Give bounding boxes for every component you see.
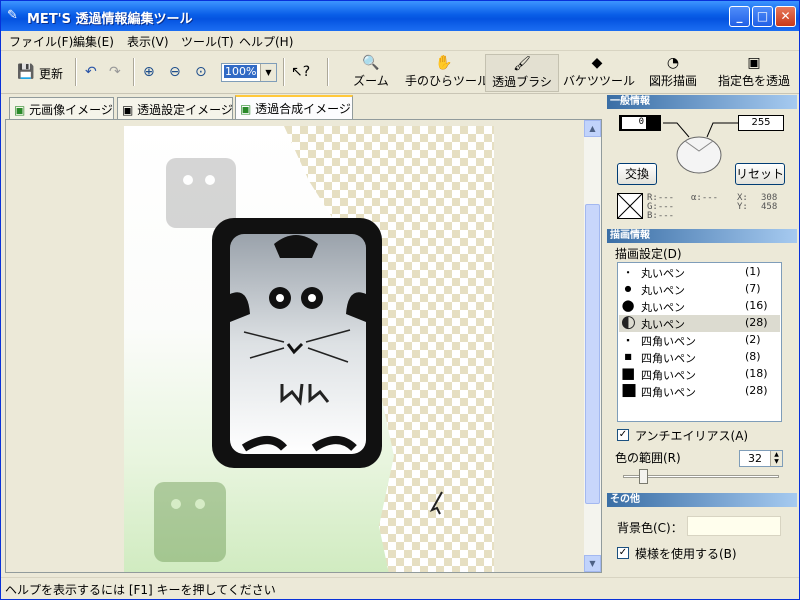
save-icon[interactable]: 💾 bbox=[17, 64, 34, 80]
round-pen-icon: ◐ bbox=[621, 312, 636, 332]
redo-icon[interactable]: ↷ bbox=[109, 64, 121, 80]
app-window: ✎ MET'S 透過情報編集ツール _ □ ✕ ファイル(F) 編集(E) 表示… bbox=[0, 0, 800, 600]
bg-color-label: 背景色(C)： bbox=[617, 521, 683, 535]
toolbar-separator bbox=[133, 58, 135, 86]
menu-tools[interactable]: ツール(T) bbox=[181, 33, 234, 50]
round-pen-icon: ● bbox=[624, 284, 632, 293]
antialias-checkbox[interactable]: ✓ bbox=[617, 429, 629, 441]
list-item[interactable]: ● 丸いペン (7) bbox=[619, 281, 780, 298]
bucket-tool-button[interactable]: ◆ バケツツール bbox=[563, 54, 635, 92]
toolbar: 💾 更新 ↶ ↷ ⊕ ⊖ ⊙ 100% ▼ ↖? 🔍 ズーム ✋ 手のひらツール 🖌… bbox=[1, 52, 799, 94]
other-header: その他 bbox=[607, 493, 797, 507]
zoom-select[interactable]: 100% ▼ bbox=[221, 63, 277, 82]
zoom-tool-button[interactable]: 🔍 ズーム bbox=[347, 54, 395, 92]
close-button[interactable]: ✕ bbox=[775, 6, 796, 27]
zoom-value: 100% bbox=[224, 65, 258, 78]
list-item[interactable]: ■ 四角いペン (8) bbox=[619, 349, 780, 366]
chevron-down-icon[interactable]: ▼ bbox=[260, 64, 276, 81]
scroll-up-icon[interactable]: ▲ bbox=[584, 120, 601, 137]
brush-icon: 🖌 bbox=[513, 56, 531, 72]
app-icon: ✎ bbox=[7, 8, 18, 23]
use-pattern-checkbox[interactable]: ✓ bbox=[617, 547, 629, 559]
toolbar-separator bbox=[283, 58, 285, 86]
menu-bar: ファイル(F) 編集(E) 表示(V) ツール(T) ヘルプ(H) bbox=[1, 31, 799, 51]
hand-icon: ✋ bbox=[435, 55, 453, 71]
faded-mouse-top bbox=[166, 158, 236, 228]
alpha-readout: α:--- bbox=[691, 193, 719, 203]
menu-view[interactable]: 表示(V) bbox=[127, 33, 169, 50]
left-color-swatch[interactable]: 0 bbox=[619, 115, 661, 131]
maximize-button[interactable]: □ bbox=[752, 6, 773, 27]
square-pen-icon: ■ bbox=[626, 338, 630, 342]
list-item[interactable]: ■ 四角いペン (18) bbox=[619, 364, 780, 383]
pen-list[interactable]: ● 丸いペン (1) ● 丸いペン (7) ● 丸いペン (16) ◐ 丸いペン (28) ■ 四… bbox=[617, 262, 782, 422]
image-icon: ▣ bbox=[122, 103, 134, 117]
square-pen-icon: ■ bbox=[621, 380, 638, 400]
antialias-label: アンチエイリアス(A) bbox=[635, 429, 749, 443]
help-pointer-icon[interactable]: ↖? bbox=[291, 64, 310, 80]
undo-icon[interactable]: ↶ bbox=[85, 64, 97, 80]
tab-transparency-setting[interactable]: ▣ 透過設定イメージ bbox=[117, 97, 233, 119]
shape-icon: ◔ bbox=[666, 55, 680, 71]
mouse-drawing bbox=[212, 218, 382, 468]
scroll-down-icon[interactable]: ▼ bbox=[584, 555, 601, 572]
list-item[interactable]: ◐ 丸いペン (28) bbox=[619, 312, 780, 332]
right-color-swatch[interactable]: 255 bbox=[738, 115, 784, 131]
swap-button[interactable]: 交換 bbox=[617, 163, 657, 185]
rgb-readout: R:--- G:--- B:--- bbox=[647, 193, 675, 221]
draw-info-header: 描画情報 bbox=[607, 229, 797, 243]
color-transparent-button[interactable]: ▣ 指定色を透過 bbox=[711, 54, 797, 92]
image-tabs: ▣ 元画像イメージ ▣ 透過設定イメージ ▣ 透過合成イメージ bbox=[1, 95, 606, 120]
image-icon: ▣ bbox=[14, 103, 26, 117]
list-item[interactable]: ● 丸いペン (1) bbox=[619, 264, 780, 281]
minimize-button[interactable]: _ bbox=[729, 6, 750, 27]
toolbar-separator bbox=[327, 58, 329, 86]
bg-color-swatch[interactable] bbox=[687, 516, 781, 536]
zoom-in-icon[interactable]: ⊕ bbox=[143, 64, 155, 80]
image-canvas[interactable] bbox=[124, 126, 494, 573]
scroll-thumb[interactable] bbox=[585, 204, 600, 504]
no-color-icon bbox=[617, 193, 643, 219]
hand-tool-button[interactable]: ✋ 手のひらツール bbox=[405, 54, 489, 92]
magnifier-icon: 🔍 bbox=[362, 55, 380, 71]
color-picker-icon: ▣ bbox=[747, 55, 761, 71]
status-text: ヘルプを表示するには [F1] キーを押してください bbox=[5, 583, 276, 597]
toolbar-separator bbox=[75, 58, 77, 86]
transparent-brush-button[interactable]: 🖌 透過ブラシ bbox=[485, 54, 559, 92]
zoom-out-icon[interactable]: ⊖ bbox=[169, 64, 181, 80]
mouse-icon bbox=[663, 122, 738, 174]
status-bar: ヘルプを表示するには [F1] キーを押してください bbox=[1, 577, 799, 599]
square-pen-icon: ■ bbox=[624, 352, 632, 361]
zoom-fit-icon[interactable]: ⊙ bbox=[195, 64, 207, 80]
draw-settings-label: 描画設定(D) bbox=[615, 247, 682, 261]
color-range-slider-thumb[interactable] bbox=[639, 469, 648, 484]
spinner-arrows-icon[interactable]: ▲ ▼ bbox=[770, 451, 782, 466]
color-range-spinner[interactable]: 32 ▲ ▼ bbox=[739, 450, 783, 467]
tab-composite-image[interactable]: ▣ 透過合成イメージ bbox=[235, 95, 353, 120]
faded-mouse-bottom bbox=[154, 482, 226, 562]
right-panel: 一般情報 0 255 交換 リセット R:--- G:--- B:--- α:-… bbox=[607, 95, 799, 575]
vertical-scrollbar[interactable]: ▲ ▼ bbox=[584, 120, 601, 572]
xy-values: 308 458 bbox=[761, 193, 778, 212]
xy-labels: X: Y: bbox=[737, 193, 748, 212]
list-item[interactable]: ■ 四角いペン (28) bbox=[619, 380, 780, 400]
window-title: MET'S 透過情報編集ツール bbox=[27, 12, 193, 27]
update-button[interactable]: 更新 bbox=[39, 65, 63, 82]
image-icon: ▣ bbox=[240, 102, 252, 116]
use-pattern-label: 模様を使用する(B) bbox=[635, 547, 737, 561]
tab-original-image[interactable]: ▣ 元画像イメージ bbox=[9, 97, 114, 119]
shape-tool-button[interactable]: ◔ 図形描画 bbox=[645, 54, 701, 92]
menu-edit[interactable]: 編集(E) bbox=[73, 33, 114, 50]
canvas-area[interactable]: ▲ ▼ bbox=[5, 119, 602, 573]
menu-file[interactable]: ファイル(F) bbox=[9, 33, 73, 50]
color-range-label: 色の範囲(R) bbox=[615, 451, 681, 465]
round-pen-icon: ● bbox=[626, 270, 630, 274]
title-bar: ✎ MET'S 透過情報編集ツール _ □ ✕ bbox=[1, 1, 799, 31]
general-info-header: 一般情報 bbox=[607, 95, 797, 109]
list-item[interactable]: ■ 四角いペン (2) bbox=[619, 332, 780, 349]
list-item[interactable]: ● 丸いペン (16) bbox=[619, 296, 780, 315]
bucket-icon: ◆ bbox=[591, 55, 603, 71]
menu-help[interactable]: ヘルプ(H) bbox=[239, 33, 293, 50]
reset-button[interactable]: リセット bbox=[735, 163, 785, 185]
